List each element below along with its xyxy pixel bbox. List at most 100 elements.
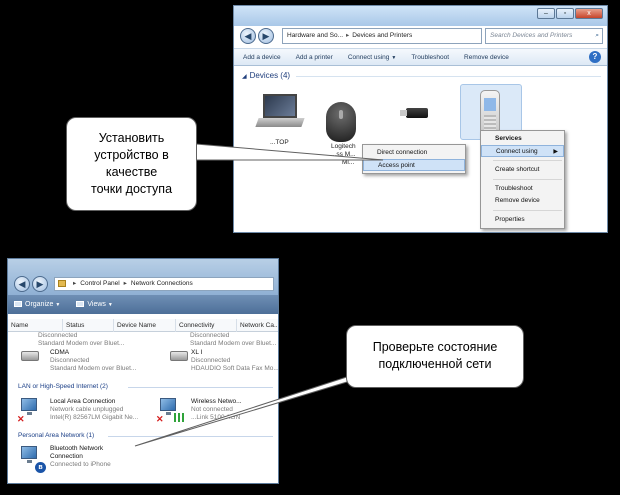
section-header-lan[interactable]: LAN or High-Speed Internet (2) bbox=[18, 383, 108, 390]
item-status: Disconnected bbox=[190, 332, 230, 339]
callout-line: подключенной сети bbox=[378, 357, 492, 371]
bluetooth-adapter-icon bbox=[21, 446, 37, 463]
minimize-button[interactable]: – bbox=[537, 8, 555, 19]
search-input[interactable]: Search Devices and Printers ⌕ bbox=[485, 28, 603, 44]
breadcrumb-root[interactable]: Control Panel bbox=[80, 280, 119, 287]
menu-item-connect-using[interactable]: Connect using ▶ bbox=[481, 145, 564, 157]
back-button[interactable]: ◀ bbox=[14, 276, 30, 292]
item-device: Intel(R) 82567LM Gigabit Ne... bbox=[50, 414, 139, 421]
menu-item-services[interactable]: Services bbox=[481, 133, 564, 145]
item-status: Disconnected bbox=[50, 357, 90, 364]
column-name[interactable]: Name bbox=[8, 319, 63, 332]
organize-icon bbox=[14, 301, 22, 307]
item-name: XL I bbox=[191, 349, 203, 356]
views-icon bbox=[76, 301, 85, 307]
menu-item-access-point[interactable]: Access point bbox=[363, 159, 465, 171]
devices-group-header[interactable]: ◢ Devices (4) bbox=[242, 71, 290, 80]
mouse-icon[interactable] bbox=[326, 102, 356, 142]
list-item-wireless[interactable]: Wireless Netwo... Not connected ...Link … bbox=[191, 398, 242, 422]
folder-icon bbox=[58, 280, 66, 287]
connect-using-button[interactable]: Connect using ▼ bbox=[348, 54, 397, 61]
wireless-adapter-icon bbox=[160, 398, 176, 415]
connect-using-submenu: Direct connection Access point bbox=[362, 144, 466, 174]
add-device-button[interactable]: Add a device bbox=[243, 54, 281, 61]
window-controls: – ▫ x bbox=[537, 8, 603, 19]
chevron-down-icon: ▼ bbox=[391, 54, 397, 61]
organize-label: Organize bbox=[25, 301, 54, 308]
column-header: Name Status Device Name Connectivity Net… bbox=[8, 319, 278, 332]
menu-item-direct-connection[interactable]: Direct connection bbox=[363, 147, 465, 159]
forward-button[interactable]: ▶ bbox=[258, 28, 274, 44]
list-item[interactable]: Disconnected Standard Modem over Bluet..… bbox=[38, 332, 124, 348]
views-label: Views bbox=[87, 301, 106, 308]
modem-icon bbox=[21, 351, 39, 361]
menu-item-troubleshoot[interactable]: Troubleshoot bbox=[481, 183, 564, 195]
breadcrumb-current[interactable]: Network Connections bbox=[131, 280, 193, 287]
maximize-button[interactable]: ▫ bbox=[556, 8, 574, 19]
device-label-laptop: ...TOP bbox=[270, 139, 289, 146]
chevron-right-icon: ▸ bbox=[123, 280, 127, 287]
device-label-mouse-2: ...ss M... bbox=[331, 151, 356, 158]
list-item-local-area-connection[interactable]: Local Area Connection Network cable unpl… bbox=[50, 398, 138, 422]
device-label-mouse-3: Mi... bbox=[342, 159, 355, 166]
callout-line: точки доступа bbox=[90, 182, 173, 196]
network-connections-window: ◀ ▶ ▸ Control Panel ▸ Network Connections O… bbox=[7, 258, 279, 484]
menu-separator bbox=[493, 210, 562, 211]
close-button[interactable]: x bbox=[575, 8, 603, 19]
item-device: Standard Modem over Bluet... bbox=[50, 365, 137, 372]
item-device: Standard Modem over Bluet... bbox=[38, 340, 125, 347]
add-printer-button[interactable]: Add a printer bbox=[296, 54, 333, 61]
address-bar[interactable]: ▸ Control Panel ▸ Network Connections bbox=[54, 277, 274, 291]
menu-separator bbox=[493, 160, 562, 161]
mouse-wheel bbox=[339, 110, 343, 119]
chevron-right-icon: ▸ bbox=[73, 280, 77, 287]
laptop-screen bbox=[263, 94, 297, 118]
menu-item-properties[interactable]: Properties bbox=[481, 214, 564, 226]
views-button[interactable]: Views ▼ bbox=[76, 301, 113, 308]
search-icon[interactable]: ⌕ bbox=[595, 29, 599, 43]
callout-line: качестве bbox=[105, 165, 158, 179]
column-status[interactable]: Status bbox=[63, 319, 114, 332]
column-network-category[interactable]: Network Ca... bbox=[237, 319, 278, 332]
title-bar: – ▫ x bbox=[234, 6, 607, 26]
device-label-mouse-1: Logitech bbox=[331, 143, 356, 150]
breadcrumb-current[interactable]: Devices and Printers bbox=[352, 32, 412, 39]
collapse-triangle-icon: ◢ bbox=[242, 74, 247, 80]
error-x-icon: ✕ bbox=[156, 414, 164, 424]
item-name: Wireless Netwo... bbox=[191, 398, 242, 405]
menu-item-remove-device[interactable]: Remove device bbox=[481, 195, 564, 207]
chevron-down-icon: ▼ bbox=[55, 302, 61, 308]
item-device: HDAUDIO Soft Data Fax Mo... bbox=[191, 365, 279, 372]
laptop-icon[interactable] bbox=[255, 94, 305, 130]
section-divider bbox=[108, 436, 273, 437]
list-item-cdma[interactable]: CDMA Disconnected Standard Modem over Bl… bbox=[50, 349, 136, 373]
menu-item-create-shortcut[interactable]: Create shortcut bbox=[481, 164, 564, 176]
device-context-menu: Services Connect using ▶ Create shortcut … bbox=[480, 130, 565, 229]
command-bar: Organize ▼ Views ▼ bbox=[8, 295, 278, 314]
section-header-pan[interactable]: Personal Area Network (1) bbox=[18, 432, 94, 439]
help-icon[interactable]: ? bbox=[589, 51, 601, 63]
bluetooth-icon: ʙ bbox=[35, 462, 46, 473]
menu-separator bbox=[493, 179, 562, 180]
item-status: Disconnected bbox=[38, 332, 78, 339]
section-divider bbox=[128, 387, 273, 388]
troubleshoot-button[interactable]: Troubleshoot bbox=[411, 54, 449, 61]
column-connectivity[interactable]: Connectivity bbox=[176, 319, 237, 332]
item-device: ...Link 5100 AGN bbox=[191, 414, 241, 421]
usb-dongle-icon[interactable] bbox=[400, 108, 428, 118]
network-adapter-icon bbox=[21, 398, 37, 415]
connect-using-label: Connect using bbox=[347, 53, 390, 61]
chevron-right-icon: ▸ bbox=[346, 32, 350, 39]
devices-printers-window: – ▫ x ◀ ▶ Hardware and So... ▸ Devices and… bbox=[233, 5, 608, 233]
list-item-xl[interactable]: XL I Disconnected HDAUDIO Soft Data Fax … bbox=[191, 349, 279, 373]
list-item[interactable]: Disconnected Standard Modem over Bluet..… bbox=[190, 332, 276, 348]
address-bar[interactable]: Hardware and So... ▸ Devices and Printers bbox=[282, 28, 482, 44]
breadcrumb-root[interactable]: Hardware and So... bbox=[287, 32, 343, 39]
back-button[interactable]: ◀ bbox=[240, 28, 256, 44]
forward-button[interactable]: ▶ bbox=[32, 276, 48, 292]
list-item-bluetooth-network[interactable]: Bluetooth Network Connection Connected t… bbox=[50, 445, 111, 469]
remove-device-button[interactable]: Remove device bbox=[464, 54, 509, 61]
group-divider bbox=[296, 76, 601, 77]
column-device-name[interactable]: Device Name bbox=[114, 319, 176, 332]
organize-button[interactable]: Organize ▼ bbox=[14, 301, 60, 308]
